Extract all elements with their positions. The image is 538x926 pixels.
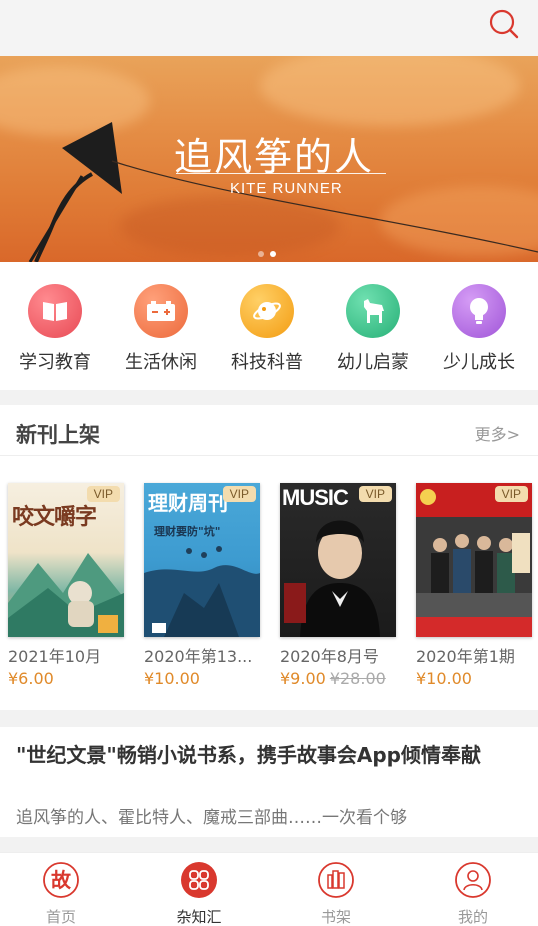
banner-carousel[interactable]: 追风筝的人 KITE RUNNER: [0, 56, 538, 262]
category-study[interactable]: 学习教育: [2, 284, 108, 374]
home-icon: 故: [43, 862, 79, 898]
tab-home[interactable]: 故 首页: [16, 861, 106, 926]
magazine-price: ¥10.00: [144, 669, 200, 688]
vip-badge: VIP: [222, 486, 256, 502]
category-science[interactable]: 科技科普: [214, 284, 320, 374]
magazine-cover: 理财周刊 理财要防"坑" VIP: [144, 483, 260, 637]
magazine-price: ¥9.00 ¥28.00: [280, 669, 386, 688]
tab-magazines[interactable]: 杂知汇: [154, 861, 244, 926]
tab-label: 首页: [45, 908, 76, 926]
magazine-card[interactable]: VIP 2020年第1期 ¥10.00: [416, 483, 532, 688]
svg-text:故: 故: [51, 868, 72, 892]
category-label: 生活休闲: [125, 352, 197, 373]
magazine-card[interactable]: 理财周刊 理财要防"坑" VIP 2020年第13... ¥10.00: [144, 483, 260, 688]
search-icon: [489, 9, 519, 39]
cover-title: 咬文嚼字: [12, 504, 97, 530]
tab-bookshelf[interactable]: 书架: [291, 861, 381, 926]
bottom-tab-bar: 故 首页 杂知汇 书架 我的: [0, 852, 538, 926]
category-label: 学习教育: [19, 352, 91, 373]
tab-profile[interactable]: 我的: [428, 861, 518, 926]
magazine-cover: VIP: [416, 483, 532, 637]
category-row: 学习教育 生活休闲 科技科普 幼儿启蒙 少儿成长: [0, 262, 538, 390]
section-title: 新刊上架: [16, 423, 100, 447]
tab-label: 杂知汇: [176, 908, 222, 926]
search-button[interactable]: [488, 8, 520, 40]
divider: [0, 455, 538, 456]
tab-label: 书架: [320, 908, 351, 926]
cover-title: 理财周刊: [148, 491, 228, 515]
article-description: 追风筝的人、霍比特人、魔戒三部曲……一次看个够: [16, 808, 407, 828]
original-price: ¥28.00: [329, 669, 386, 688]
book-icon: [28, 284, 82, 338]
magazine-card[interactable]: MUSIC VIP 2020年8月号 ¥9.00 ¥28.00: [280, 483, 396, 688]
magazine-name: 2021年10月: [8, 647, 102, 666]
category-life[interactable]: 生活休闲: [108, 284, 214, 374]
magazine-name: 2020年第13...: [144, 647, 253, 666]
article-title: "世纪文景"畅销小说书系，携手故事会App倾情奉献: [16, 743, 481, 767]
app: 追风筝的人 KITE RUNNER 学习教育 生活休闲 科技科普 幼儿启蒙 少儿…: [0, 0, 538, 926]
category-label: 幼儿启蒙: [337, 352, 409, 373]
magazine-cover: 咬文嚼字 VIP: [8, 483, 124, 637]
magazine-name: 2020年8月号: [280, 647, 379, 666]
cover-headline: 理财要防"坑": [154, 525, 221, 538]
battery-icon: [134, 284, 188, 338]
banner-divider: [176, 173, 386, 174]
magazine-price: ¥10.00: [416, 669, 472, 688]
vip-badge: VIP: [358, 486, 392, 502]
planet-icon: [240, 284, 294, 338]
grid-icon: [181, 862, 217, 898]
more-link[interactable]: 更多>: [475, 421, 520, 445]
carousel-dots: [258, 251, 276, 257]
cover-title: MUSIC: [282, 485, 349, 510]
carousel-dot-active[interactable]: [270, 251, 276, 257]
horse-icon: [346, 284, 400, 338]
vip-badge: VIP: [86, 486, 120, 502]
magazine-price: ¥6.00: [8, 669, 54, 688]
category-preschool[interactable]: 幼儿启蒙: [320, 284, 426, 374]
article-card[interactable]: "世纪文景"畅销小说书系，携手故事会App倾情奉献 追风筝的人、霍比特人、魔戒三…: [0, 727, 538, 837]
carousel-dot[interactable]: [258, 251, 264, 257]
category-label: 科技科普: [231, 352, 303, 373]
top-bar: [0, 0, 538, 56]
new-arrivals-section: 新刊上架 更多> 咬文嚼字 VIP 2021年10月 ¥6.00 理财周刊 理财…: [0, 405, 538, 710]
bookshelf-icon: [318, 862, 354, 898]
vip-badge: VIP: [494, 486, 528, 502]
tab-label: 我的: [457, 908, 488, 926]
category-kids[interactable]: 少儿成长: [426, 284, 532, 374]
magazine-cover: MUSIC VIP: [280, 483, 396, 637]
profile-icon: [455, 862, 491, 898]
magazine-card[interactable]: 咬文嚼字 VIP 2021年10月 ¥6.00: [8, 483, 124, 688]
banner-subtitle: KITE RUNNER: [230, 180, 343, 197]
magazine-name: 2020年第1期: [416, 647, 515, 666]
category-label: 少儿成长: [443, 352, 515, 373]
lightbulb-icon: [452, 284, 506, 338]
